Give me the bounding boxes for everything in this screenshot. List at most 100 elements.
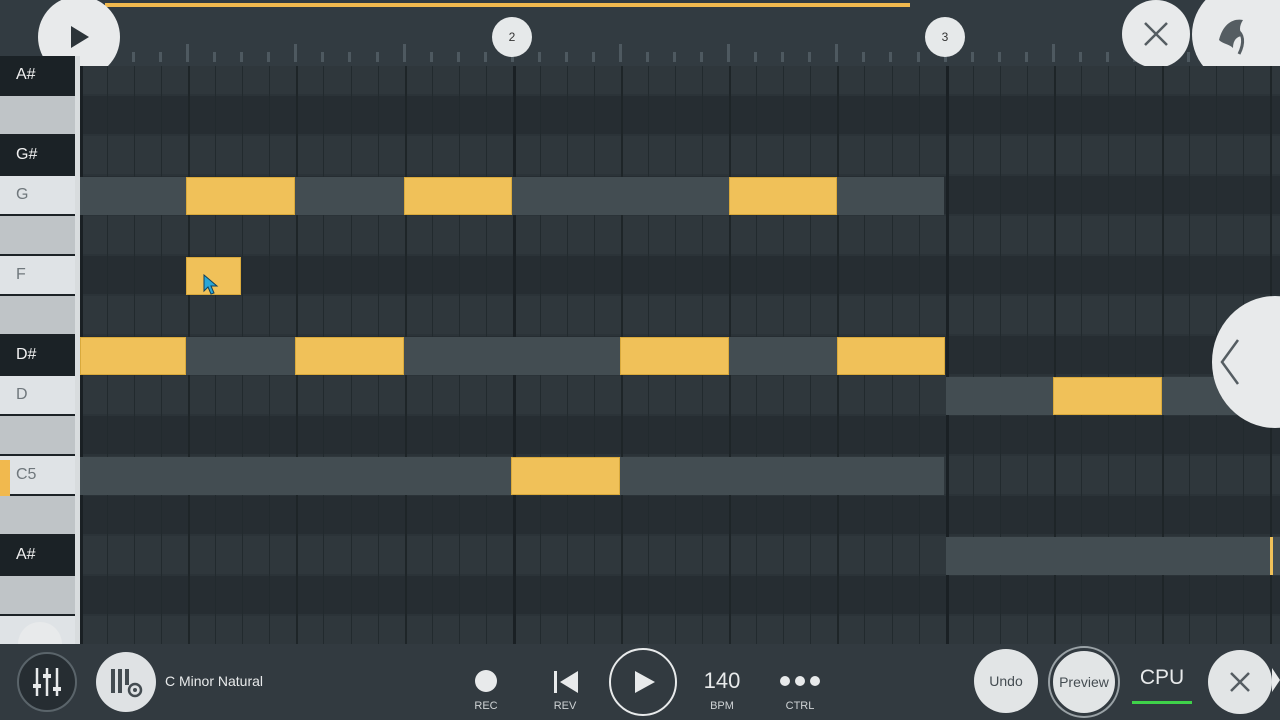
close-button[interactable] xyxy=(1208,650,1272,714)
record-icon xyxy=(475,670,497,692)
key-label: A# xyxy=(16,546,36,563)
timeline-tick xyxy=(646,52,649,62)
more-icon xyxy=(780,676,820,686)
key-c-sharp[interactable] xyxy=(0,416,75,454)
rewind-button[interactable]: REV xyxy=(535,660,595,716)
note-c5-1[interactable] xyxy=(511,457,620,495)
piano-keyboard[interactable]: A# G# G F D# D C5 A# xyxy=(0,56,80,644)
key-a-low[interactable] xyxy=(0,576,75,614)
bar-marker-3[interactable]: 3 xyxy=(925,17,965,57)
key-f[interactable]: F xyxy=(0,256,75,294)
timeline-tick xyxy=(484,52,487,62)
timeline-tick xyxy=(403,44,406,62)
close-piano-roll-button[interactable] xyxy=(1122,0,1190,68)
key-b[interactable] xyxy=(0,496,75,534)
cpu-label: CPU xyxy=(1139,666,1185,689)
timeline-tick xyxy=(1025,52,1028,62)
timeline-tick xyxy=(971,52,974,62)
grid-row xyxy=(80,416,1280,454)
cpu-meter-bar xyxy=(1132,701,1192,704)
note-d-1[interactable] xyxy=(1053,377,1162,415)
fl-logo-icon xyxy=(1219,19,1245,55)
key-a[interactable] xyxy=(0,96,75,134)
mixer-icon xyxy=(33,668,61,696)
bpm-label: BPM xyxy=(710,700,734,712)
timeline-tick xyxy=(132,52,135,62)
key-d[interactable]: D xyxy=(0,376,75,414)
a-sharp-note-edge xyxy=(1270,537,1273,575)
timeline-tick xyxy=(1052,44,1055,62)
timeline-tick xyxy=(538,52,541,62)
rev-label: REV xyxy=(553,700,577,712)
note-g-2[interactable] xyxy=(404,177,512,215)
note-d-sharp-2[interactable] xyxy=(295,337,404,375)
key-e[interactable] xyxy=(0,296,75,334)
piano-roll-app: 2 3 A# G# G F D# D C5 A# C Minor Natural… xyxy=(0,0,1280,720)
c5-highlight xyxy=(0,460,10,496)
timeline-ruler[interactable]: 2 3 xyxy=(0,0,1280,66)
timeline-tick xyxy=(998,52,1001,62)
timeline-tick xyxy=(700,52,703,62)
timeline-tick xyxy=(917,52,920,62)
bpm-value: 140 xyxy=(703,668,741,693)
close-icon xyxy=(1144,22,1168,46)
note-g-1[interactable] xyxy=(186,177,295,215)
key-a-sharp-low[interactable]: A# xyxy=(0,536,75,574)
timeline-tick xyxy=(727,44,730,62)
timeline-tick xyxy=(862,52,865,62)
timeline-tick xyxy=(1079,52,1082,62)
cpu-meter[interactable]: CPU xyxy=(1130,664,1194,704)
ctrl-button[interactable]: CTRL xyxy=(770,660,830,716)
scale-name-label[interactable]: C Minor Natural xyxy=(165,673,263,689)
key-a-sharp[interactable]: A# xyxy=(0,56,75,94)
play-icon xyxy=(635,671,655,693)
grid-row xyxy=(80,616,1280,644)
timeline-tick xyxy=(835,44,838,62)
key-g-sharp[interactable]: G# xyxy=(0,136,75,174)
grid-row xyxy=(80,256,1280,294)
timeline-tick xyxy=(754,52,757,62)
note-d-sharp-4[interactable] xyxy=(837,337,945,375)
playback-progress-bar xyxy=(105,3,910,7)
toolbar-edge-arrow xyxy=(1272,668,1280,692)
timeline-tick xyxy=(159,52,162,62)
play-icon xyxy=(71,26,89,48)
grid-row xyxy=(80,296,1280,334)
note-g-3[interactable] xyxy=(729,177,837,215)
timeline-tick xyxy=(240,52,243,62)
ghost-band-a-sharp xyxy=(946,537,1280,575)
key-label: A# xyxy=(16,66,36,83)
key-d-sharp[interactable]: D# xyxy=(0,336,75,374)
skip-back-icon xyxy=(554,671,578,693)
record-button[interactable]: REC xyxy=(456,660,516,716)
timeline-tick xyxy=(1106,52,1109,62)
key-label: G# xyxy=(16,146,38,163)
close-icon xyxy=(1230,672,1250,692)
key-label: D# xyxy=(16,346,37,363)
key-label: G xyxy=(16,186,29,203)
key-c5[interactable]: C5 xyxy=(0,456,75,494)
scale-settings-button[interactable] xyxy=(96,652,156,712)
key-label: D xyxy=(16,386,28,403)
key-g[interactable]: G xyxy=(0,176,75,214)
tempo-control[interactable]: 140 BPM xyxy=(692,660,752,716)
key-f-sharp[interactable] xyxy=(0,216,75,254)
undo-label: Undo xyxy=(989,673,1023,689)
mixer-button[interactable] xyxy=(17,652,77,712)
undo-button[interactable]: Undo xyxy=(974,649,1038,713)
bar-marker-2[interactable]: 2 xyxy=(492,17,532,57)
key-label: C5 xyxy=(16,466,37,483)
preview-button[interactable]: Preview xyxy=(1050,648,1118,716)
note-d-sharp-3[interactable] xyxy=(620,337,729,375)
timeline-tick xyxy=(1187,52,1190,62)
timeline-tick xyxy=(592,52,595,62)
note-d-sharp-1[interactable] xyxy=(80,337,186,375)
timeline-tick xyxy=(186,44,189,62)
timeline-tick xyxy=(294,44,297,62)
key-label: F xyxy=(16,266,26,283)
timeline-tick xyxy=(457,52,460,62)
timeline-ticks xyxy=(80,40,1280,62)
transport-play-button[interactable] xyxy=(609,648,677,716)
piano-settings-icon xyxy=(111,669,143,698)
note-grid[interactable] xyxy=(80,66,1280,644)
